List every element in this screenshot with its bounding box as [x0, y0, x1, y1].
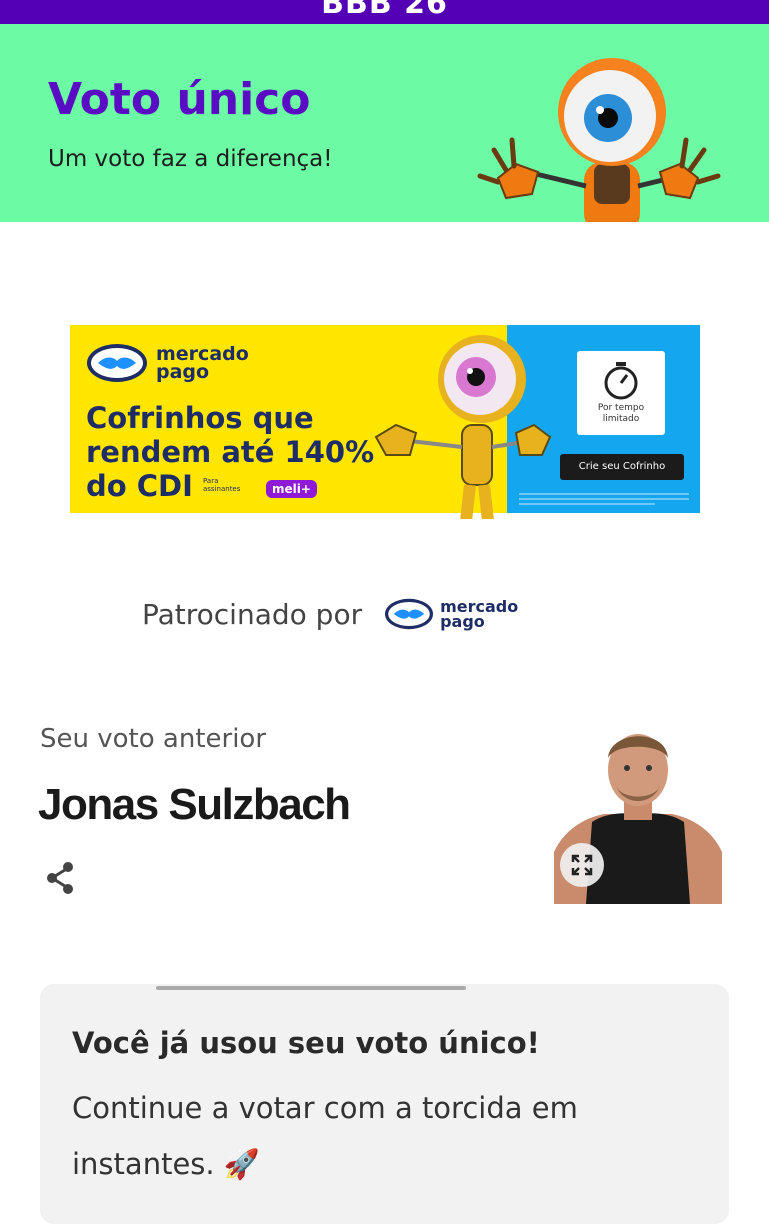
top-bar: BBB 26	[0, 0, 769, 24]
hero-banner: Voto único Um voto faz a diferença!	[0, 24, 769, 222]
expand-icon	[571, 854, 593, 876]
expand-photo-button[interactable]	[560, 843, 604, 887]
share-button[interactable]	[40, 858, 80, 898]
big-brother-eye-mascot	[477, 58, 721, 222]
previous-vote-label: Seu voto anterior	[40, 724, 267, 754]
timer-card: Por tempo limitado	[577, 351, 665, 435]
vote-status-title: Você já usou seu voto único!	[72, 1026, 540, 1060]
meli-plus-badge: meli+	[266, 480, 317, 498]
vote-status-card: Você já usou seu voto único! Continue a …	[40, 984, 729, 1224]
mercado-pago-ad[interactable]: mercado pago Cofrinhos que rendem até 14…	[70, 325, 700, 519]
card-progress-bar	[156, 986, 466, 990]
stopwatch-icon	[604, 362, 638, 400]
handshake-icon	[87, 344, 147, 382]
hero-subtitle: Um voto faz a diferença!	[48, 146, 333, 172]
hero-title: Voto único	[48, 74, 311, 125]
mercado-pago-wordmark: mercado pago	[156, 342, 249, 383]
timer-label: Por tempo limitado	[597, 403, 645, 424]
top-bar-title: BBB 26	[321, 0, 448, 21]
ad-fine-print: Para assinantes	[203, 477, 241, 493]
sponsor-label: Patrocinado por	[142, 597, 363, 631]
eye-robot-mascot	[374, 335, 552, 519]
sponsor-wordmark: mercado pago	[440, 596, 519, 631]
share-icon	[47, 862, 73, 894]
previous-vote-name: Jonas Sulzbach	[38, 780, 351, 829]
create-cofrinho-button[interactable]: Crie seu Cofrinho	[560, 454, 684, 480]
mercado-pago-logo: mercado pago	[86, 343, 249, 383]
handshake-icon	[385, 598, 434, 630]
sponsor-row: Patrocinado por mercado pago	[142, 592, 518, 636]
vote-status-message: Continue a votar com a torcida em instan…	[72, 1091, 578, 1181]
sponsor-logo: mercado pago	[384, 598, 518, 630]
